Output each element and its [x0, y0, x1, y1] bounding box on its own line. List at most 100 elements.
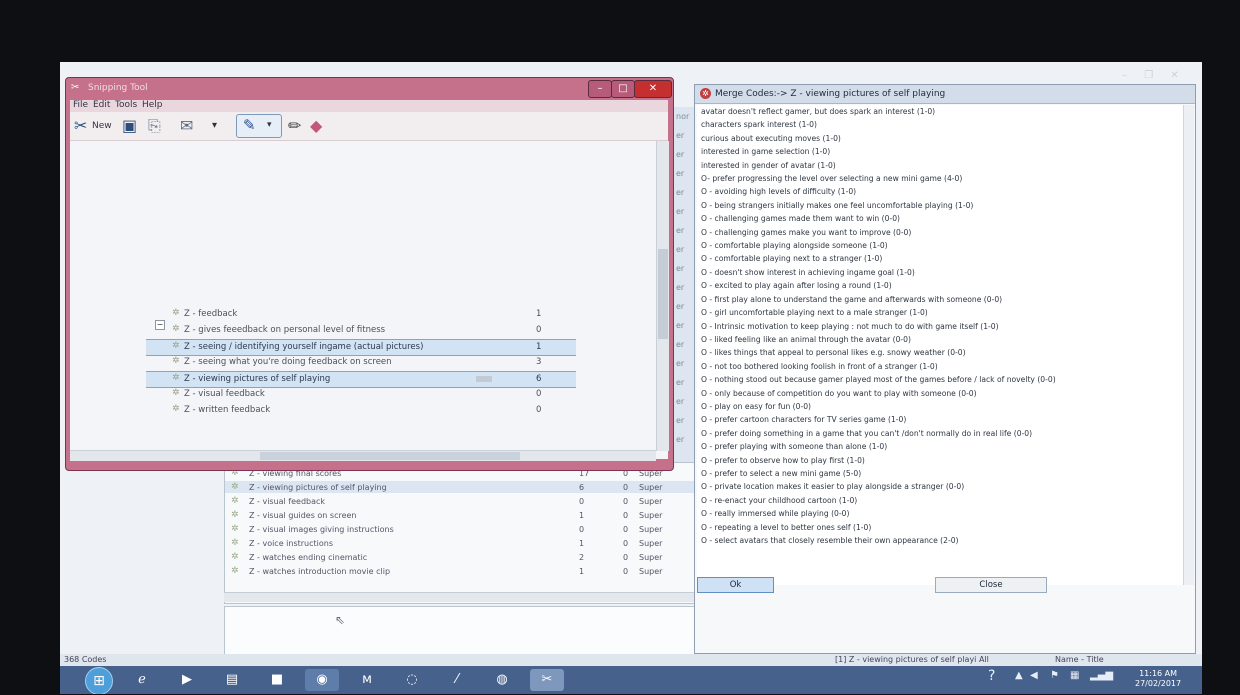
snipping-tool-taskbar-icon[interactable]: ✂: [530, 669, 564, 691]
merge-code-item[interactable]: O - excited to play again after losing a…: [697, 279, 1183, 292]
flag-icon[interactable]: ⚑: [1050, 670, 1059, 681]
app-icon[interactable]: ■: [260, 669, 294, 691]
merge-code-item[interactable]: O - likes things that appeal to personal…: [697, 346, 1183, 359]
merge-code-item[interactable]: O - nothing stood out because gamer play…: [697, 373, 1183, 386]
merge-code-item[interactable]: O - comfortable playing alongside someon…: [697, 239, 1183, 252]
tray-up-arrow-icon[interactable]: ▲: [1015, 670, 1023, 681]
merge-code-item[interactable]: O- prefer progressing the level over sel…: [697, 172, 1183, 185]
horizontal-scrollbar[interactable]: [70, 450, 656, 461]
minimize-icon[interactable]: –: [1122, 70, 1127, 81]
highlighter-icon[interactable]: ✏: [288, 116, 301, 135]
menu-tools[interactable]: Tools: [115, 100, 137, 110]
merge-code-item[interactable]: O - select avatars that closely resemble…: [697, 534, 1183, 547]
merge-code-item[interactable]: O - play on easy for fun (0-0): [697, 400, 1183, 413]
merge-code-item[interactable]: O - challenging games made them want to …: [697, 212, 1183, 225]
merge-code-item[interactable]: O - liked feeling like an animal through…: [697, 333, 1183, 346]
merge-code-item[interactable]: O - prefer doing something in a game tha…: [697, 427, 1183, 440]
merge-code-item[interactable]: O - Intrinsic motivation to keep playing…: [697, 320, 1183, 333]
snipping-tool-titlebar[interactable]: ✂ Snipping Tool – □ ✕: [66, 78, 673, 98]
app-icon[interactable]: ⁄: [440, 669, 474, 691]
signal-icon[interactable]: ▂▄▆: [1090, 670, 1113, 681]
network-icon[interactable]: ▦: [1070, 670, 1079, 681]
media-player-icon[interactable]: ▶: [170, 669, 204, 691]
merge-code-item[interactable]: O - comfortable playing next to a strang…: [697, 252, 1183, 265]
menu-file[interactable]: File: [73, 100, 88, 110]
merge-code-item[interactable]: O - avoiding high levels of difficulty (…: [697, 185, 1183, 198]
merge-code-item[interactable]: interested in game selection (1-0): [697, 145, 1183, 158]
vertical-scrollbar[interactable]: [1183, 105, 1194, 585]
internet-explorer-icon[interactable]: ℯ: [125, 669, 159, 691]
new-snip-icon[interactable]: ✂: [74, 116, 87, 135]
eraser-icon[interactable]: ◆: [310, 116, 322, 135]
merge-code-item[interactable]: curious about executing moves (1-0): [697, 132, 1183, 145]
list-item[interactable]: ✲ Z - gives feeedback on personal level …: [146, 323, 576, 338]
table-row[interactable]: ✲ Z - visual guides on screen 1 0 Super: [225, 509, 695, 521]
volume-icon[interactable]: ◀: [1030, 670, 1038, 681]
scrollbar-thumb[interactable]: [658, 249, 668, 339]
maximize-button[interactable]: □: [611, 80, 635, 98]
dropdown-arrow-icon[interactable]: ▾: [212, 120, 217, 131]
merge-code-item[interactable]: O - prefer playing with someone than alo…: [697, 440, 1183, 453]
horizontal-scrollbar[interactable]: [224, 592, 694, 602]
merge-code-item[interactable]: O - only because of competition do you w…: [697, 387, 1183, 400]
help-icon[interactable]: ?: [988, 668, 995, 684]
code-count-secondary: 0: [623, 482, 629, 492]
merge-code-item[interactable]: O - first play alone to understand the g…: [697, 293, 1183, 306]
dialog-titlebar[interactable]: ✲ Merge Codes:-> Z - viewing pictures of…: [695, 85, 1195, 104]
save-icon[interactable]: ▣: [122, 116, 137, 135]
table-row[interactable]: ✲ Z - viewing pictures of self playing 6…: [225, 481, 695, 493]
restore-icon[interactable]: ❐: [1144, 70, 1153, 81]
clock[interactable]: 11:16 AM 27/02/2017: [1135, 669, 1181, 689]
start-button[interactable]: ⊞: [85, 667, 113, 694]
list-item[interactable]: ✲ Z - written feedback 0: [146, 403, 576, 418]
merge-code-item[interactable]: O - really immersed while playing (0-0): [697, 507, 1183, 520]
merge-code-item[interactable]: characters spark interest (1-0): [697, 118, 1183, 131]
sort-status: Name - Title: [1055, 655, 1104, 664]
new-snip-button[interactable]: New: [92, 121, 112, 131]
merge-code-item[interactable]: O - doesn't show interest in achieving i…: [697, 266, 1183, 279]
menu-edit[interactable]: Edit: [93, 100, 110, 110]
merge-code-item[interactable]: O - being strangers initially makes one …: [697, 199, 1183, 212]
merge-code-item[interactable]: O - prefer to select a new mini game (5-…: [697, 467, 1183, 480]
vertical-scrollbar[interactable]: [656, 141, 669, 451]
scrollbar-thumb[interactable]: [260, 452, 520, 460]
menu-help[interactable]: Help: [142, 100, 163, 110]
clock-date: 27/02/2017: [1135, 679, 1182, 688]
firefox-icon[interactable]: ◍: [485, 669, 519, 691]
file-explorer-icon[interactable]: ▤: [215, 669, 249, 691]
copy-icon[interactable]: ⎘: [148, 116, 161, 136]
merge-code-item[interactable]: O - not too bothered looking foolish in …: [697, 360, 1183, 373]
send-snip-icon[interactable]: ✉: [180, 116, 193, 135]
merge-code-item[interactable]: O - challenging games make you want to i…: [697, 226, 1183, 239]
merge-code-item[interactable]: O - repeating a level to better ones sel…: [697, 521, 1183, 534]
close-button[interactable]: Close: [935, 577, 1047, 593]
merge-code-item[interactable]: interested in gender of avatar (1-0): [697, 159, 1183, 172]
column-cell: er: [676, 416, 685, 425]
merge-code-item[interactable]: O - private location makes it easier to …: [697, 480, 1183, 493]
close-button[interactable]: ✕: [634, 80, 672, 98]
maxqda-icon[interactable]: ᴍ: [350, 669, 384, 691]
table-row[interactable]: ✲ Z - watches introduction movie clip 1 …: [225, 565, 695, 577]
background-window-controls[interactable]: – ❐ ✕: [1108, 70, 1179, 81]
table-row[interactable]: ✲ Z - visual images giving instructions …: [225, 523, 695, 535]
list-item-selected[interactable]: ✲ Z - viewing pictures of self playing 6: [146, 371, 576, 388]
merge-code-list[interactable]: avatar doesn't reflect gamer, but does s…: [697, 105, 1183, 585]
merge-code-item[interactable]: avatar doesn't reflect gamer, but does s…: [697, 105, 1183, 118]
minimize-button[interactable]: –: [588, 80, 612, 98]
list-item[interactable]: ✲ Z - seeing what you're doing feedback …: [146, 355, 576, 370]
merge-code-item[interactable]: O - prefer to observe how to play first …: [697, 454, 1183, 467]
merge-code-item[interactable]: O - girl uncomfortable playing next to a…: [697, 306, 1183, 319]
ok-button[interactable]: Ok: [697, 577, 774, 593]
list-item-selected[interactable]: ✲ Z - seeing / identifying yourself inga…: [146, 339, 576, 356]
list-item[interactable]: ✲ Z - feedback 1: [146, 307, 576, 322]
close-icon[interactable]: ✕: [1170, 70, 1178, 81]
merge-code-item[interactable]: O - prefer cartoon characters for TV ser…: [697, 413, 1183, 426]
table-row[interactable]: ✲ Z - voice instructions 1 0 Super: [225, 537, 695, 549]
pen-tool-button[interactable]: ✎ ▾: [236, 114, 282, 138]
table-row[interactable]: ✲ Z - watches ending cinematic 2 0 Super: [225, 551, 695, 563]
chrome-icon[interactable]: ◉: [305, 669, 339, 691]
merge-code-item[interactable]: O - re-enact your childhood cartoon (1-0…: [697, 494, 1183, 507]
table-row[interactable]: ✲ Z - visual feedback 0 0 Super: [225, 495, 695, 507]
app-icon[interactable]: ◌: [395, 669, 429, 691]
list-item[interactable]: ✲ Z - visual feedback 0: [146, 387, 576, 402]
